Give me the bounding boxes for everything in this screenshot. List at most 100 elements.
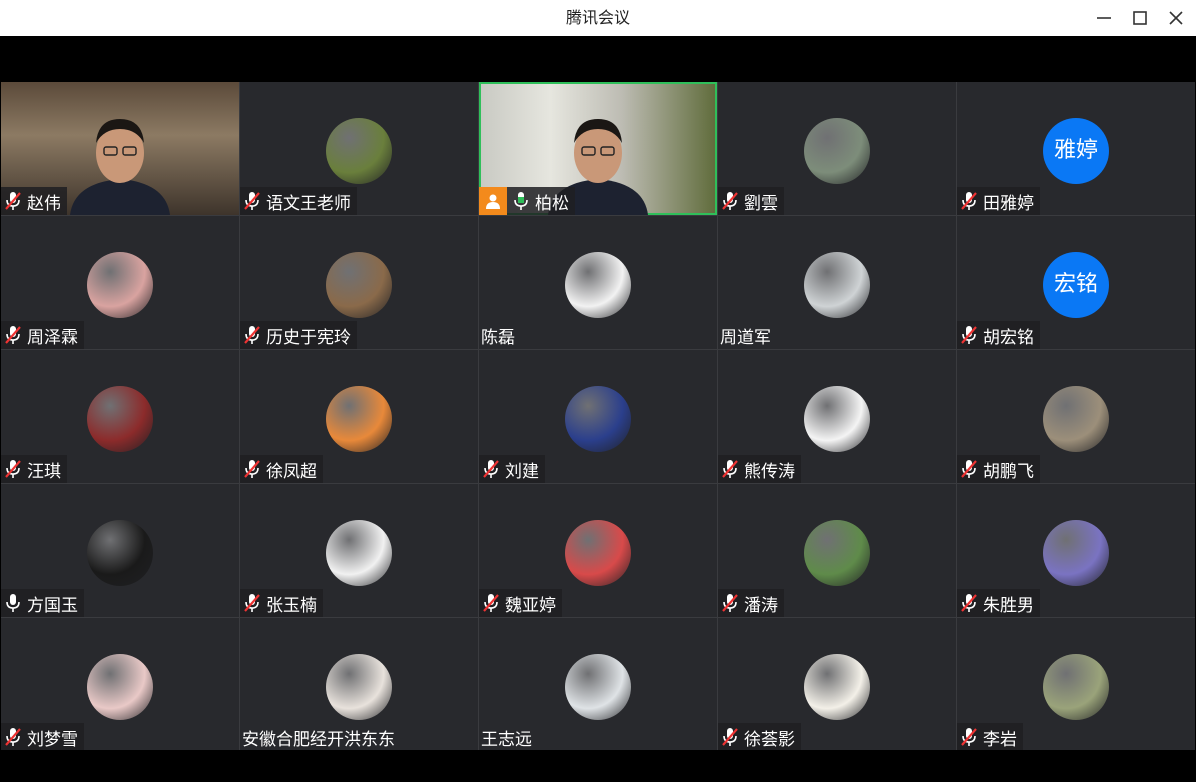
mic-muted-icon	[481, 458, 501, 480]
participant-tile[interactable]: 熊传涛	[718, 350, 956, 483]
mic-muted-icon	[959, 324, 979, 346]
participant-nameplate: 陈磊	[479, 321, 521, 349]
avatar	[87, 251, 153, 318]
participant-tile[interactable]: 魏亚婷	[479, 484, 717, 617]
participant-tile[interactable]: 语文王老师	[240, 82, 478, 215]
participant-tile[interactable]: 刘梦雪	[1, 618, 239, 751]
participant-nameplate: 潘涛	[718, 589, 784, 617]
participant-tile[interactable]: 刘建	[479, 350, 717, 483]
participant-tile[interactable]: 潘涛	[718, 484, 956, 617]
window-title: 腾讯会议	[565, 8, 630, 27]
participant-name: 李岩	[983, 729, 1017, 750]
window-titlebar: 腾讯会议	[0, 0, 1196, 36]
participant-nameplate: 刘建	[479, 455, 545, 483]
participant-tile[interactable]: 宏铭 胡宏铭	[957, 216, 1195, 349]
participant-nameplate: 周泽霖	[1, 321, 84, 349]
mic-muted-icon	[3, 190, 23, 212]
participant-name: 刘建	[505, 461, 539, 482]
participant-nameplate: 田雅婷	[957, 187, 1040, 215]
participant-name: 方国玉	[27, 595, 78, 616]
mic-muted-icon	[242, 324, 262, 346]
participant-tile[interactable]: 胡鹏飞	[957, 350, 1195, 483]
participant-nameplate: 张玉楠	[240, 589, 323, 617]
avatar	[326, 117, 392, 184]
avatar	[565, 251, 631, 318]
participant-nameplate: 李岩	[957, 723, 1023, 751]
participant-tile[interactable]: 历史于宪玲	[240, 216, 478, 349]
participant-nameplate: 熊传涛	[718, 455, 801, 483]
mic-muted-icon	[3, 726, 23, 748]
participant-tile[interactable]: 徐荟影	[718, 618, 956, 751]
mic-muted-icon	[242, 458, 262, 480]
avatar-text: 宏铭	[1043, 251, 1109, 318]
participant-nameplate: 劉雲	[718, 187, 784, 215]
participant-nameplate: 汪琪	[1, 455, 67, 483]
participant-nameplate: 柏松	[479, 187, 575, 215]
avatar	[804, 117, 870, 184]
participant-nameplate: 徐凤超	[240, 455, 323, 483]
avatar	[87, 385, 153, 452]
avatar	[565, 653, 631, 720]
participant-tile[interactable]: 劉雲	[718, 82, 956, 215]
bottom-black-bar	[0, 750, 1196, 782]
participant-tile[interactable]: 汪琪	[1, 350, 239, 483]
participant-nameplate: 赵伟	[1, 187, 67, 215]
participant-name: 朱胜男	[983, 595, 1034, 616]
participant-tile[interactable]: 李岩	[957, 618, 1195, 751]
participant-name: 张玉楠	[266, 595, 317, 616]
close-icon[interactable]	[1158, 0, 1194, 36]
participant-name: 汪琪	[27, 461, 61, 482]
participant-name: 周泽霖	[27, 327, 78, 348]
participant-nameplate: 胡宏铭	[957, 321, 1040, 349]
participant-tile[interactable]: 方国玉	[1, 484, 239, 617]
minimize-icon[interactable]	[1086, 0, 1122, 36]
participant-tile[interactable]: 徐凤超	[240, 350, 478, 483]
participant-name: 胡宏铭	[983, 327, 1034, 348]
participant-name: 安徽合肥经开洪东东	[242, 729, 395, 750]
maximize-icon[interactable]	[1122, 0, 1158, 36]
mic-muted-icon	[3, 458, 23, 480]
participant-name: 王志远	[481, 729, 532, 750]
participant-name: 历史于宪玲	[266, 327, 351, 348]
avatar	[1043, 653, 1109, 720]
mic-muted-icon	[3, 324, 23, 346]
mic-muted-icon	[720, 592, 740, 614]
mic-active-icon	[511, 190, 531, 212]
avatar-text: 雅婷	[1043, 117, 1109, 184]
avatar	[326, 653, 392, 720]
participant-nameplate: 语文王老师	[240, 187, 357, 215]
mic-muted-icon	[959, 458, 979, 480]
mic-muted-icon	[242, 592, 262, 614]
participant-tile[interactable]: 雅婷 田雅婷	[957, 82, 1195, 215]
avatar	[326, 251, 392, 318]
participant-name: 魏亚婷	[505, 595, 556, 616]
mic-muted-icon	[242, 190, 262, 212]
avatar	[565, 519, 631, 586]
participant-tile[interactable]: 张玉楠	[240, 484, 478, 617]
participant-name: 柏松	[535, 193, 569, 214]
avatar	[326, 385, 392, 452]
participant-nameplate: 朱胜男	[957, 589, 1040, 617]
participant-nameplate: 徐荟影	[718, 723, 801, 751]
avatar	[804, 519, 870, 586]
participant-name: 周道军	[720, 327, 771, 348]
participant-tile[interactable]: 柏松	[479, 82, 717, 215]
participant-name: 刘梦雪	[27, 729, 78, 750]
avatar	[804, 251, 870, 318]
mic-muted-icon	[720, 726, 740, 748]
participant-nameplate: 方国玉	[1, 589, 84, 617]
participant-tile[interactable]: 安徽合肥经开洪东东	[240, 618, 478, 751]
participant-name: 语文王老师	[266, 193, 351, 214]
avatar	[87, 653, 153, 720]
participant-tile[interactable]: 周道军	[718, 216, 956, 349]
participant-nameplate: 周道军	[718, 321, 777, 349]
participant-name: 潘涛	[744, 595, 778, 616]
participant-tile[interactable]: 周泽霖	[1, 216, 239, 349]
participant-name: 田雅婷	[983, 193, 1034, 214]
participant-nameplate: 胡鹏飞	[957, 455, 1040, 483]
participant-tile[interactable]: 王志远	[479, 618, 717, 751]
participant-tile[interactable]: 赵伟	[1, 82, 239, 215]
participant-name: 劉雲	[744, 193, 778, 214]
participant-tile[interactable]: 陈磊	[479, 216, 717, 349]
participant-tile[interactable]: 朱胜男	[957, 484, 1195, 617]
